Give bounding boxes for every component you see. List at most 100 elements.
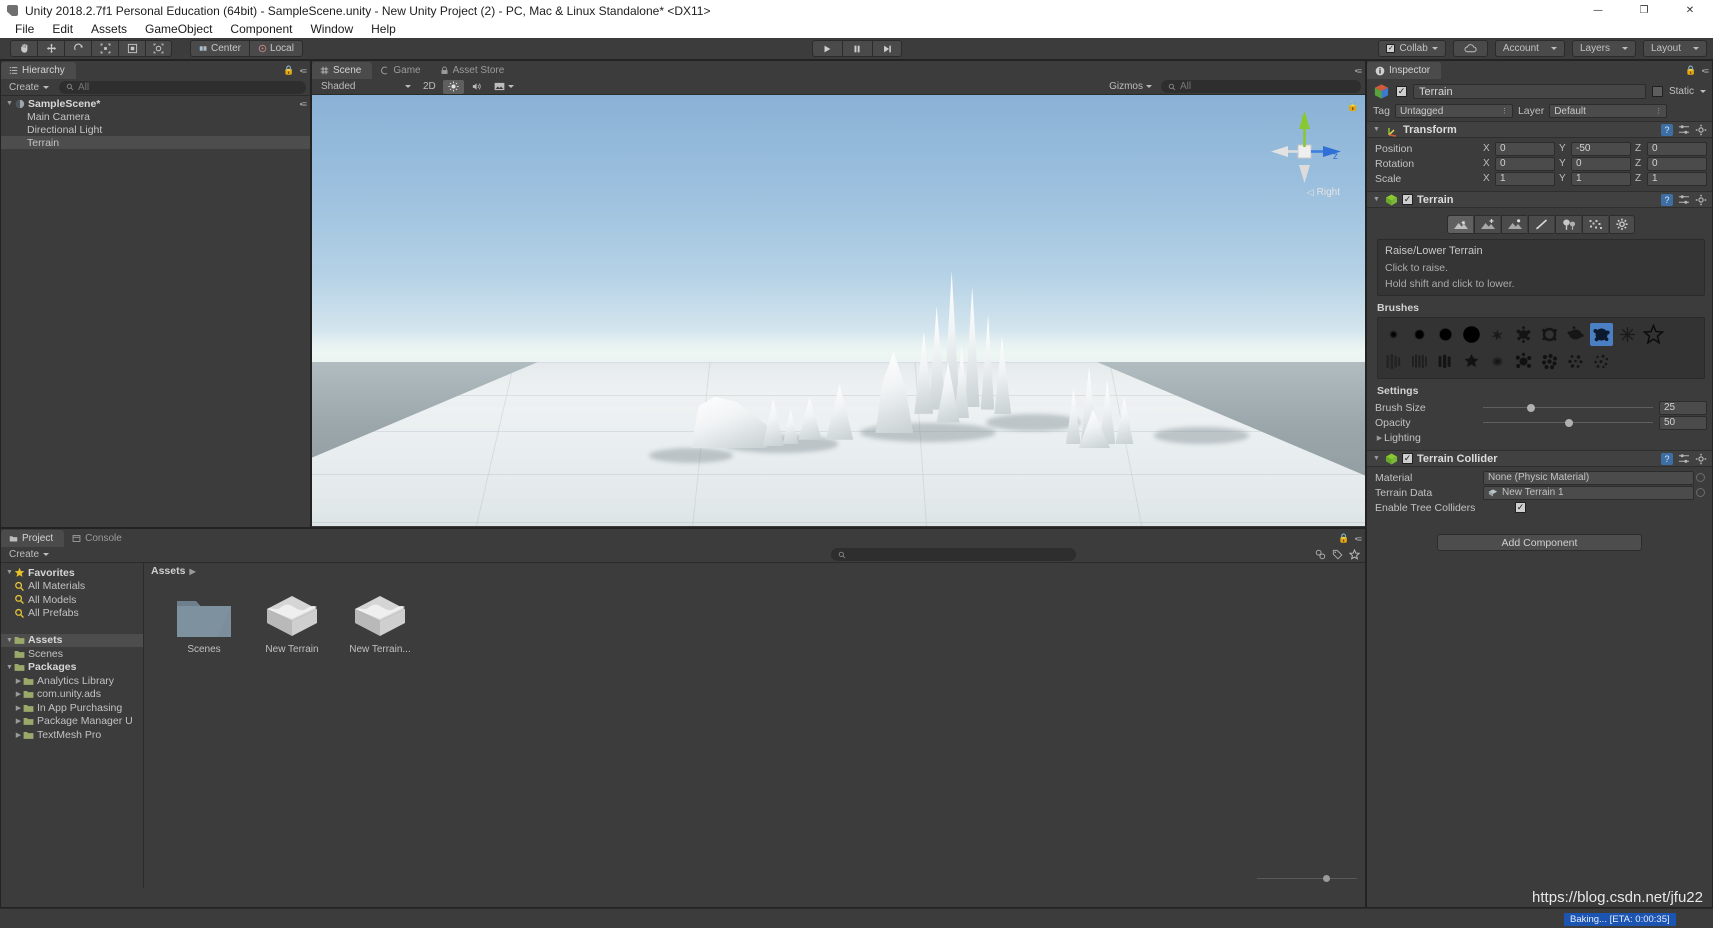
scale-x-field[interactable]: X1	[1483, 171, 1555, 186]
help-icon[interactable]: ?	[1661, 193, 1673, 206]
disclosure-triangle-icon[interactable]: ▼	[5, 569, 14, 576]
panel-menu-icon[interactable]: •≡	[1355, 534, 1362, 544]
disclosure-triangle-icon[interactable]: ▼	[5, 664, 14, 671]
pause-button[interactable]	[841, 40, 872, 57]
brush-size-value[interactable]: 25	[1659, 400, 1707, 415]
asset-item-new-terrain-2[interactable]: New Terrain...	[347, 593, 413, 655]
chevron-down-icon[interactable]	[1700, 90, 1706, 93]
disclosure-triangle-icon[interactable]: ▶	[14, 677, 23, 685]
maximize-button[interactable]: ❐	[1621, 0, 1667, 21]
position-x-value[interactable]: 0	[1495, 141, 1555, 156]
brush-cell[interactable]	[1408, 350, 1431, 373]
help-icon[interactable]: ?	[1661, 123, 1673, 136]
tree-item-all-prefabs[interactable]: All Prefabs	[1, 607, 143, 621]
tab-hierarchy[interactable]: Hierarchy	[1, 62, 76, 79]
brush-cell[interactable]	[1486, 350, 1509, 373]
disclosure-triangle-icon[interactable]: ▼	[5, 637, 14, 644]
scene-view-orientation-label[interactable]: ◁ Right	[1307, 187, 1340, 198]
scale-y-field[interactable]: Y1	[1559, 171, 1631, 186]
disclosure-triangle-icon[interactable]: ▼	[1372, 455, 1381, 462]
brush-cell[interactable]	[1382, 323, 1405, 346]
position-y-value[interactable]: -50	[1571, 141, 1631, 156]
play-button[interactable]	[811, 40, 842, 57]
filter-by-type-icon[interactable]	[1315, 549, 1326, 560]
tree-item-analytics-library[interactable]: ▶ Analytics Library	[1, 674, 143, 688]
rotate-tool-button[interactable]	[64, 40, 91, 57]
static-checkbox[interactable]	[1651, 86, 1663, 97]
tab-project[interactable]: Project	[1, 530, 65, 547]
effects-toggle-button[interactable]	[489, 80, 519, 94]
menu-assets[interactable]: Assets	[82, 21, 136, 38]
opacity-value[interactable]: 50	[1659, 415, 1707, 430]
panel-menu-icon[interactable]: •≡	[1355, 66, 1362, 76]
terrain-data-object-field[interactable]: New Terrain 1	[1483, 485, 1705, 500]
rotation-z-value[interactable]: 0	[1647, 156, 1707, 171]
asset-item-scenes[interactable]: Scenes	[171, 593, 237, 655]
menu-file[interactable]: File	[6, 21, 43, 38]
brush-cell[interactable]	[1512, 350, 1535, 373]
scale-y-value[interactable]: 1	[1571, 171, 1631, 186]
place-trees-tool-button[interactable]	[1555, 215, 1581, 234]
hierarchy-search-input[interactable]: All	[59, 80, 306, 94]
object-picker-icon[interactable]	[1696, 473, 1705, 482]
disclosure-triangle-icon[interactable]: ▼	[5, 100, 14, 107]
layout-button[interactable]: Layout	[1642, 40, 1707, 57]
disclosure-triangle-icon[interactable]: ▶	[14, 690, 23, 698]
tag-dropdown[interactable]: Untagged ⋮	[1394, 104, 1513, 118]
slider-knob[interactable]	[1564, 418, 1573, 427]
minimize-button[interactable]: —	[1575, 0, 1621, 21]
terrain-collider-enabled-checkbox[interactable]: ✓	[1402, 453, 1413, 464]
disclosure-triangle-icon[interactable]: ▶	[14, 717, 23, 725]
hierarchy-row-terrain[interactable]: Terrain	[1, 136, 310, 149]
layer-dropdown[interactable]: Default ⋮	[1549, 104, 1668, 118]
hierarchy-create-button[interactable]: Create	[5, 82, 53, 93]
lock-icon[interactable]: 🔒	[1338, 533, 1349, 544]
tab-console[interactable]: Console	[64, 530, 133, 547]
tree-item-textmesh-pro[interactable]: ▶ TextMesh Pro	[1, 728, 143, 742]
hierarchy-row-scene[interactable]: ▼ SampleScene* •≡	[1, 97, 310, 110]
menu-component[interactable]: Component	[221, 21, 301, 38]
terrain-component-header[interactable]: ▼ ✓ Terrain ?	[1367, 191, 1712, 208]
disclosure-triangle-icon[interactable]: ▶	[14, 731, 23, 739]
lighting-toggle-button[interactable]	[442, 79, 464, 94]
position-z-field[interactable]: Z0	[1635, 141, 1707, 156]
brush-cell[interactable]	[1538, 323, 1561, 346]
brush-cell[interactable]	[1434, 350, 1457, 373]
layers-button[interactable]: Layers	[1571, 40, 1636, 57]
gear-icon[interactable]	[1695, 194, 1707, 206]
disclosure-triangle-icon[interactable]: ▶	[1375, 434, 1384, 442]
brush-cell[interactable]	[1434, 323, 1457, 346]
hierarchy-row-directional-light[interactable]: Directional Light	[1, 123, 310, 136]
scale-z-value[interactable]: 1	[1647, 171, 1707, 186]
asset-item-new-terrain[interactable]: New Terrain	[259, 593, 325, 655]
tree-item-in-app-purchasing[interactable]: ▶ In App Purchasing	[1, 701, 143, 715]
brush-cell[interactable]	[1512, 323, 1535, 346]
scene-viewport[interactable]: 🔒 y z ◁ Right	[312, 95, 1365, 526]
preset-icon[interactable]	[1678, 453, 1690, 464]
brush-cell[interactable]	[1590, 350, 1613, 373]
scale-x-value[interactable]: 1	[1495, 171, 1555, 186]
raise-lower-terrain-tool-button[interactable]	[1447, 215, 1473, 234]
filter-by-label-icon[interactable]	[1332, 549, 1343, 560]
lock-icon[interactable]: 🔒	[1685, 65, 1696, 76]
scene-orientation-gizmo[interactable]: y z	[1265, 107, 1345, 195]
smooth-height-tool-button[interactable]	[1501, 215, 1527, 234]
scene-lock-icon[interactable]: 🔒	[1347, 101, 1359, 112]
brush-size-slider[interactable]	[1483, 402, 1653, 414]
pivot-rotation-button[interactable]: Local	[249, 40, 303, 57]
brush-cell[interactable]	[1460, 350, 1483, 373]
close-button[interactable]: ✕	[1667, 0, 1713, 21]
rotation-x-field[interactable]: X0	[1483, 156, 1555, 171]
opacity-slider[interactable]	[1483, 417, 1653, 429]
tree-item-all-materials[interactable]: All Materials	[1, 580, 143, 594]
brush-cell[interactable]	[1382, 350, 1405, 373]
asset-zoom-slider[interactable]	[1257, 873, 1357, 884]
position-y-field[interactable]: Y -50	[1559, 141, 1631, 156]
brush-cell-selected[interactable]	[1590, 323, 1613, 346]
scale-z-field[interactable]: Z1	[1635, 171, 1707, 186]
brush-cell[interactable]	[1538, 350, 1561, 373]
move-tool-button[interactable]	[37, 40, 64, 57]
brush-cell[interactable]	[1564, 350, 1587, 373]
audio-toggle-button[interactable]	[466, 80, 487, 94]
disclosure-triangle-icon[interactable]: ▶	[14, 704, 23, 712]
